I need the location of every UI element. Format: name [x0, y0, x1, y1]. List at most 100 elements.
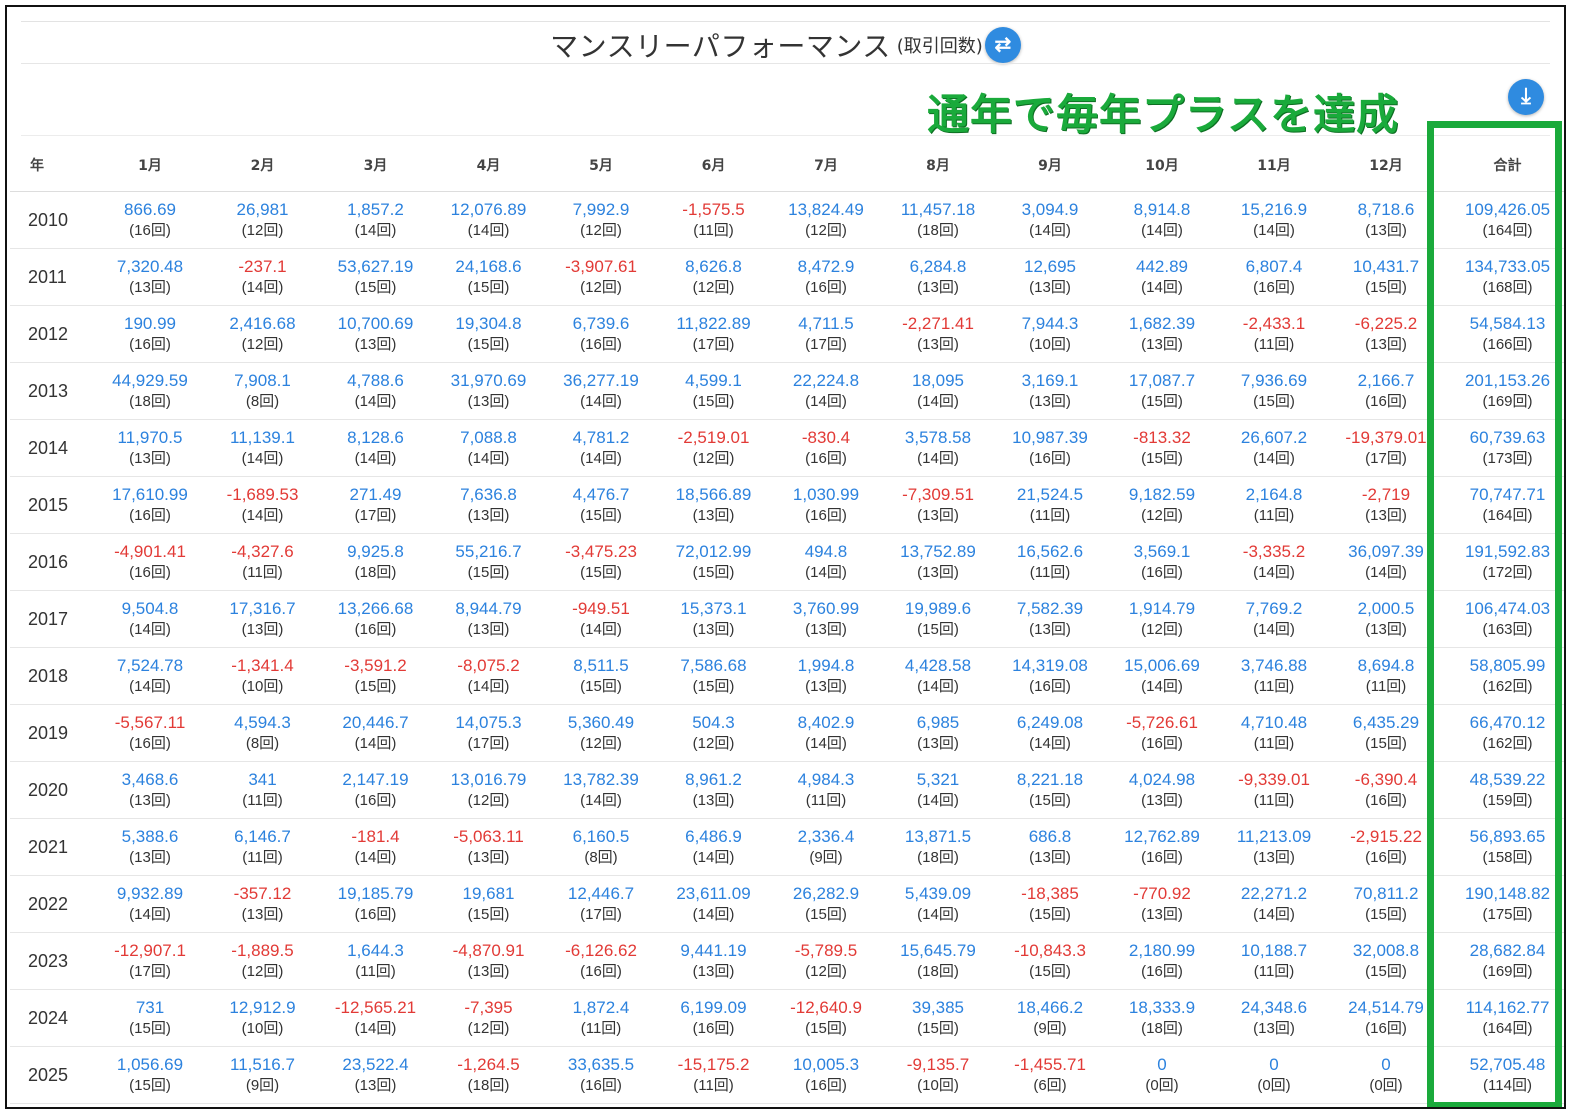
month-cell: -1,341.4 (10回) [206, 647, 319, 705]
trade-count: (15回) [129, 1077, 171, 1094]
trade-count: (15回) [354, 279, 397, 296]
total-cell: 106,474.03 (163回) [1442, 590, 1564, 648]
month-cell: 8,626.8 (12回) [657, 248, 770, 306]
month-cell: 2,416.68 (12回) [206, 305, 319, 363]
trade-count: (11回) [1253, 336, 1295, 353]
profit-value: -4,327.6 [231, 542, 294, 561]
month-cell: 6,739.6 (16回) [545, 305, 657, 363]
trade-count: (12回) [580, 279, 622, 296]
trade-count: (14回) [1141, 222, 1183, 239]
profit-value: 58,805.99 [1469, 656, 1546, 675]
trade-count: (16回) [1029, 678, 1071, 695]
table-row: 2011 7,320.48 (13回) -237.1 (14回) 53,627.19 (15… [10, 248, 1564, 306]
month-cell: 19,681 (15回) [432, 875, 545, 933]
month-cell: 10,987.39 (16回) [994, 419, 1106, 477]
month-cell: -949.51 (14回) [545, 590, 657, 648]
profit-value: 7,936.69 [1240, 371, 1308, 390]
profit-value: 7,944.3 [1021, 314, 1079, 333]
trade-count: (16回) [1365, 1020, 1407, 1037]
profit-value: 8,472.9 [797, 257, 855, 276]
month-cell: 686.8 (13回) [994, 818, 1106, 876]
month-cell: 18,095 (14回) [882, 362, 994, 420]
month-cell: 11,139.1 (14回) [206, 419, 319, 477]
profit-value: 8,128.6 [347, 428, 404, 447]
profit-value: 9,182.59 [1128, 485, 1196, 504]
profit-value: 15,645.79 [900, 941, 976, 960]
month-cell: -1,689.53 (14回) [206, 476, 319, 534]
month-cell: 12,446.7 (17回) [545, 875, 657, 933]
month-cell: 8,694.8 (11回) [1330, 647, 1442, 705]
profit-value: 24,514.79 [1348, 998, 1424, 1017]
swap-icon[interactable]: ⇄ [984, 27, 1021, 63]
trade-count: (172回) [1482, 564, 1533, 581]
month-cell: 1,857.2 (14回) [319, 191, 432, 249]
month-cell: 12,695 (13回) [994, 248, 1106, 306]
month-cell: -12,565.21 (14回) [319, 989, 432, 1047]
month-cell: -3,475.23 (15回) [545, 533, 657, 591]
profit-value: -5,567.11 [114, 713, 186, 732]
profit-value: -1,889.5 [231, 941, 294, 960]
profit-value: -19,379.01 [1345, 428, 1427, 447]
profit-value: 9,441.19 [680, 941, 747, 960]
profit-value: 11,457.18 [900, 200, 976, 219]
month-cell: 6,435.29 (15回) [1330, 704, 1442, 762]
profit-value: 8,718.6 [1357, 200, 1415, 219]
month-cell: 5,439.09 (14回) [882, 875, 994, 933]
profit-value: 866.69 [124, 200, 176, 219]
profit-value: 12,912.9 [229, 998, 296, 1017]
trade-count: (14回) [354, 222, 397, 239]
profit-value: 18,466.2 [1016, 998, 1084, 1017]
profit-value: 17,610.99 [112, 485, 188, 504]
trade-count: (12回) [692, 279, 735, 296]
month-cell: 5,360.49 (12回) [545, 704, 657, 762]
trade-count: (17回) [354, 507, 397, 524]
profit-value: 1,030.99 [792, 485, 860, 504]
year-cell: 2017 [10, 590, 94, 648]
download-icon[interactable]: ⤓ [1508, 79, 1544, 115]
table-row: 2017 9,504.8 (14回) 17,316.7 (13回) 13,266.68 (1… [10, 590, 1564, 648]
trade-count: (15回) [805, 906, 847, 923]
month-cell: 8,221.18 (15回) [994, 761, 1106, 819]
trade-count: (8回) [245, 393, 280, 410]
trade-count: (13回) [129, 849, 171, 866]
month-cell: 15,006.69 (14回) [1106, 647, 1218, 705]
profit-value: 19,185.79 [337, 884, 414, 903]
trade-count: (18回) [917, 849, 959, 866]
year-cell: 2013 [10, 362, 94, 420]
year-cell: 2015 [10, 476, 94, 534]
profit-value: 56,893.65 [1469, 827, 1546, 846]
month-cell: 6,199.09 (16回) [657, 989, 770, 1047]
profit-value: 10,005.3 [792, 1055, 860, 1074]
profit-value: 494.8 [804, 542, 848, 561]
header-month: 2月 [206, 139, 319, 192]
table-row: 2013 44,929.59 (18回) 7,908.1 (8回) 4,788.6 (14回… [10, 362, 1564, 420]
header-month: 4月 [432, 139, 545, 192]
month-cell: 1,994.8 (13回) [770, 647, 882, 705]
month-cell: 271.49 (17回) [319, 476, 432, 534]
profit-value: 4,476.7 [572, 485, 630, 504]
profit-value: 114,162.77 [1465, 998, 1550, 1017]
month-cell: -15,175.2 (11回) [657, 1046, 770, 1104]
profit-value: -9,339.01 [1238, 770, 1310, 789]
trade-count: (13回) [1141, 906, 1183, 923]
trade-count: (14回) [917, 678, 959, 695]
trade-count: (10回) [917, 1077, 959, 1094]
trade-count: (11回) [1253, 735, 1295, 752]
month-cell: 3,760.99 (13回) [770, 590, 882, 648]
year-cell: 2018 [10, 647, 94, 705]
profit-value: 13,782.39 [563, 770, 639, 789]
profit-value: 24,168.6 [455, 257, 522, 276]
trade-count: (14回) [580, 393, 622, 410]
month-cell: 15,645.79 (18回) [882, 932, 994, 990]
profit-value: -830.4 [801, 428, 851, 447]
profit-value: 4,428.58 [904, 656, 972, 675]
trade-count: (14回) [1141, 279, 1183, 296]
trade-count: (15回) [692, 678, 735, 695]
trade-count: (16回) [1141, 564, 1183, 581]
month-cell: 4,788.6 (14回) [319, 362, 432, 420]
month-cell: 1,644.3 (11回) [319, 932, 432, 990]
trade-count: (13回) [805, 678, 847, 695]
month-cell: 8,944.79 (13回) [432, 590, 545, 648]
month-cell: 12,912.9 (10回) [206, 989, 319, 1047]
month-cell: 4,428.58 (14回) [882, 647, 994, 705]
